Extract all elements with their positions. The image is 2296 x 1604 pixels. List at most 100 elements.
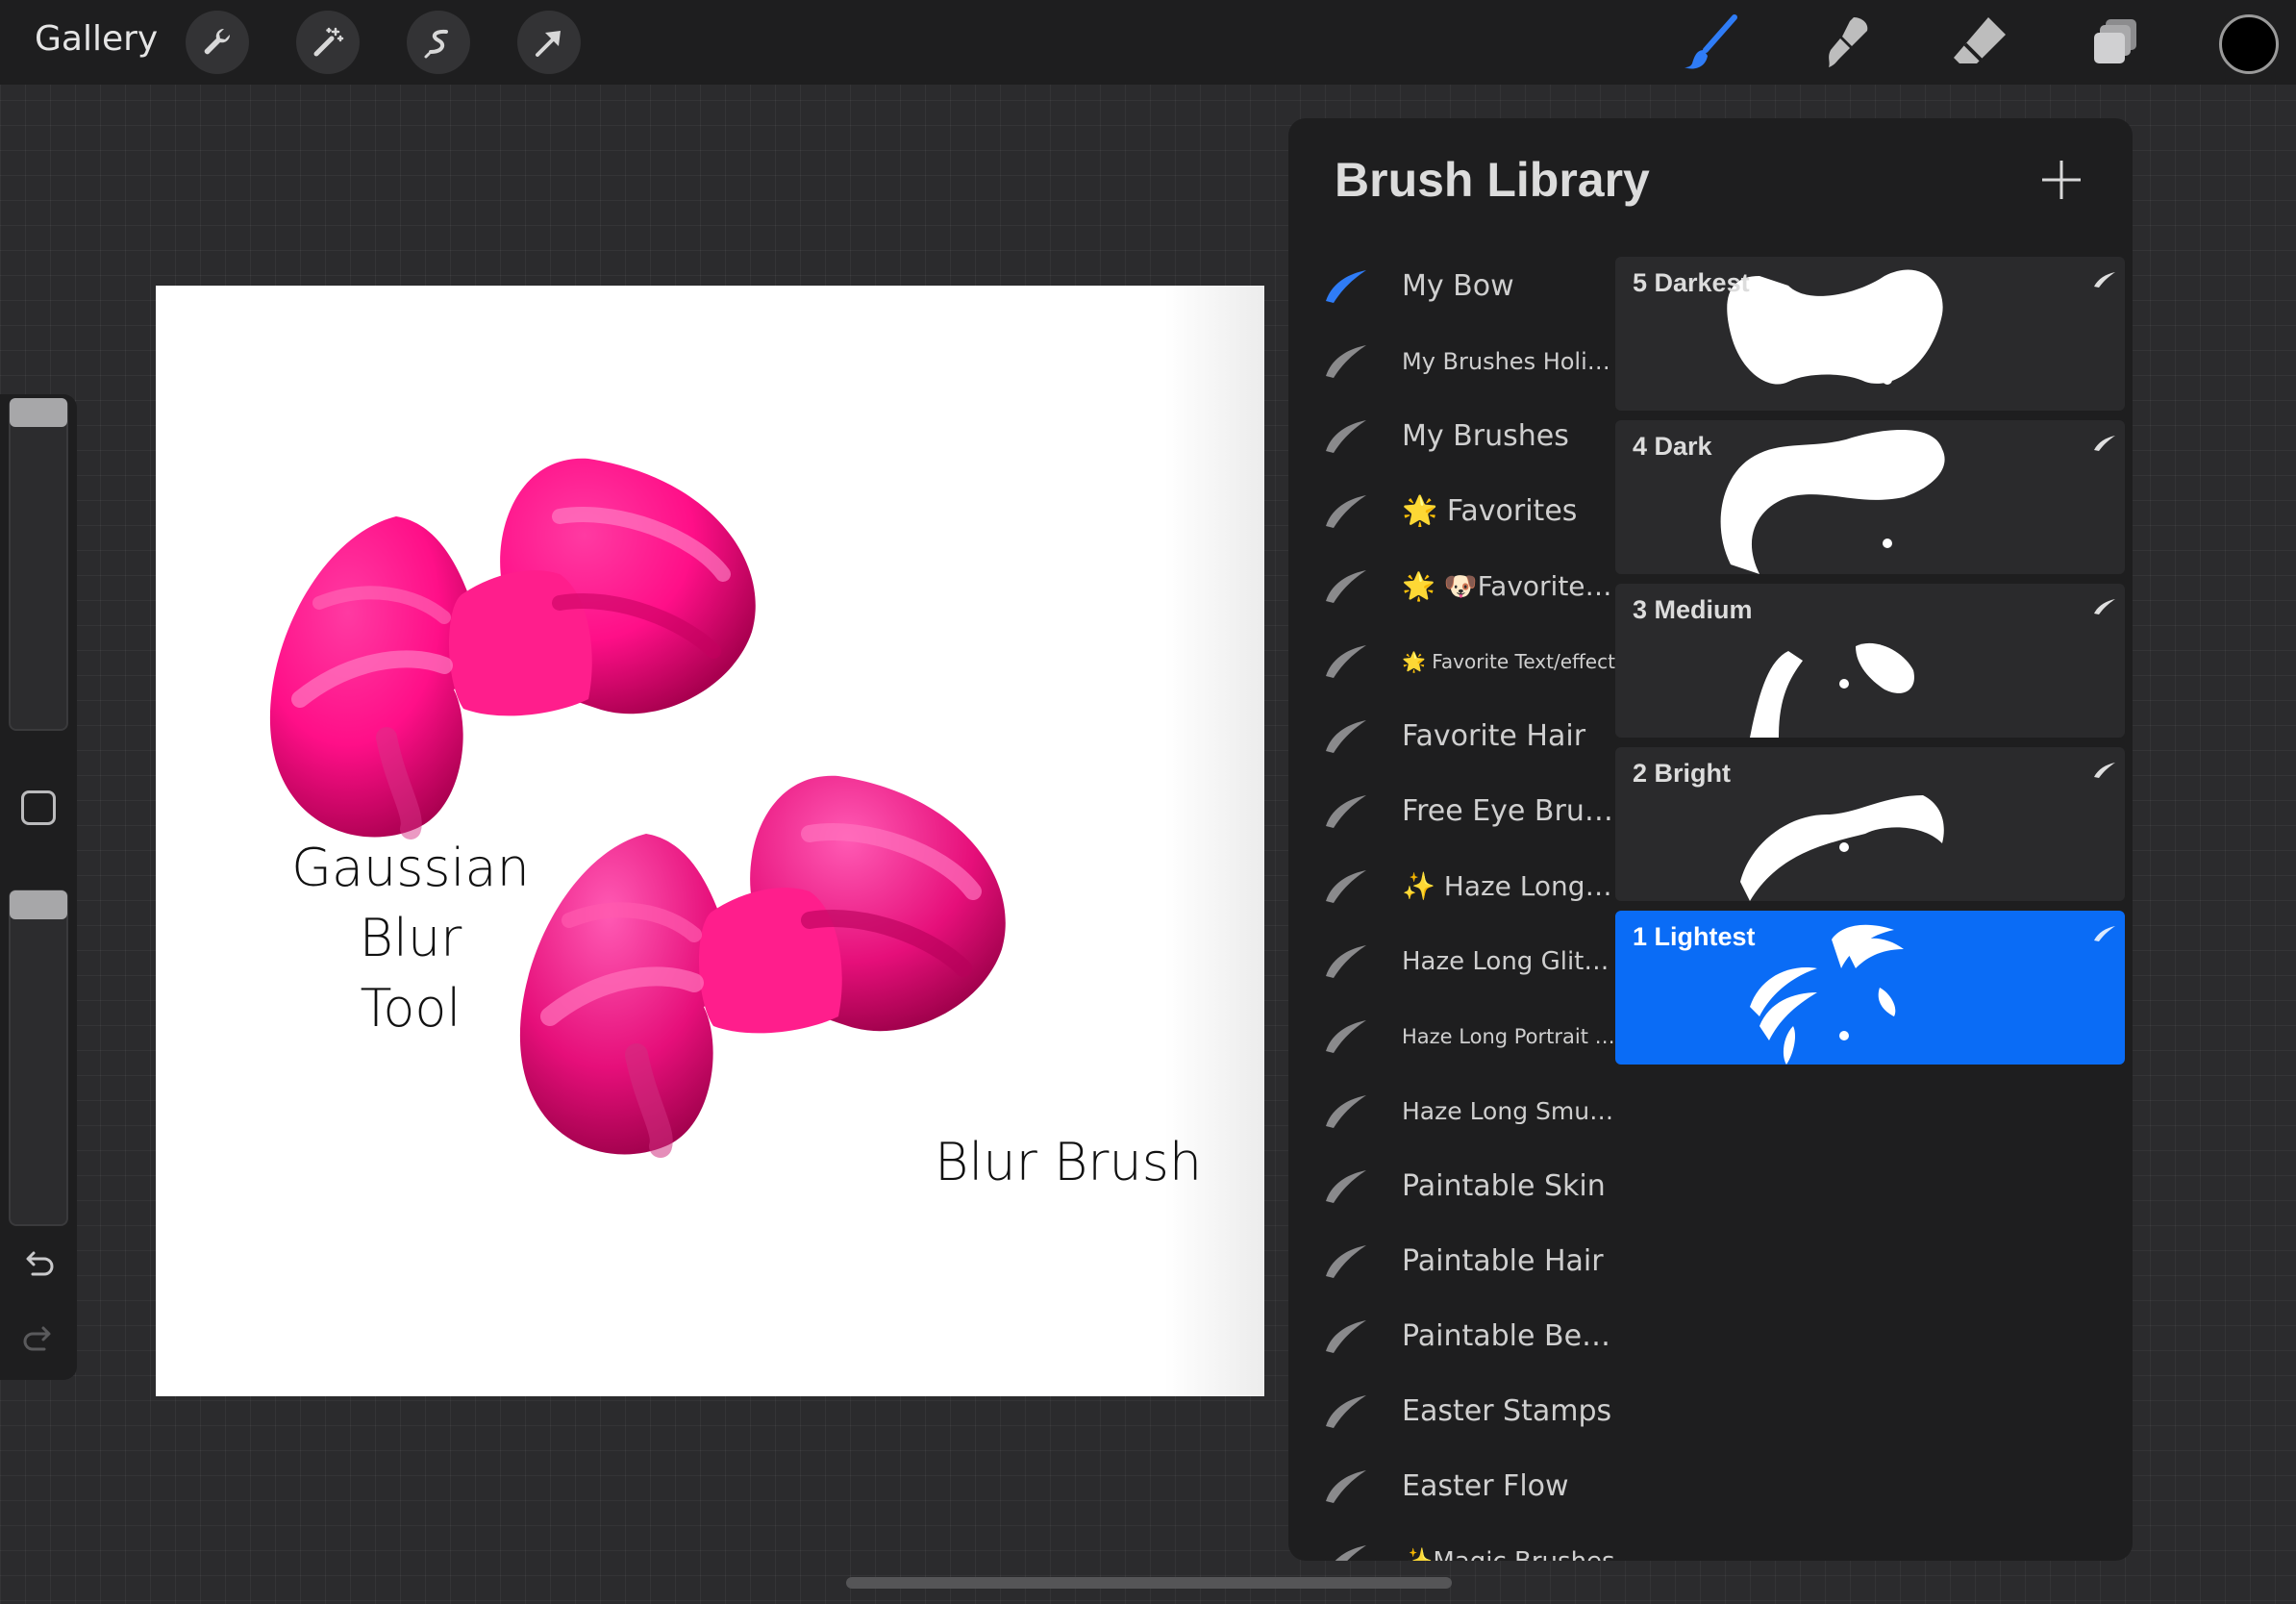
brush-set-item[interactable]: Favorite Hair: [1288, 703, 1615, 770]
drawing-canvas[interactable]: Gaussian Blur Tool Blur Brush: [156, 286, 1264, 1396]
brush-name: 4 Dark: [1633, 432, 1712, 461]
bow-gaussian: [269, 458, 756, 840]
opacity-slider[interactable]: [9, 890, 68, 1226]
redo-button[interactable]: [19, 1320, 58, 1363]
brush-set-label: 🌟 🐶Favorite Pet: [1402, 570, 1615, 602]
brush-set-stroke-icon: [1322, 865, 1370, 911]
brush-set-stroke-icon: [1322, 564, 1370, 611]
brush-set-stroke-icon: [1322, 1390, 1370, 1436]
brush-set-stroke-icon: [1322, 940, 1370, 986]
brush-library-panel: Brush Library My Bow My Brushes Holiday My…: [1288, 118, 2133, 1561]
selection-button[interactable]: [407, 11, 470, 74]
brush-set-stroke-icon: [1322, 489, 1370, 536]
caption-blur-brush: Blur Brush: [935, 1132, 1203, 1192]
brush-item[interactable]: 2 Bright: [1615, 747, 2125, 901]
layers-icon: [2094, 19, 2136, 63]
brush-set-label: Easter Stamps: [1402, 1394, 1612, 1428]
bow-blur-brush: [519, 775, 1006, 1158]
caption-line-1: Gaussian Blur: [291, 838, 530, 968]
opacity-thumb[interactable]: [10, 890, 67, 919]
brush-set-label: Haze Long Glitter 2: [1402, 947, 1615, 976]
brush-set-item[interactable]: My Brushes: [1288, 403, 1615, 470]
selection-icon: [424, 29, 448, 59]
brush-size-thumb[interactable]: [10, 398, 67, 427]
brush-set-label: Haze Long Portrait Brushes: [1402, 1025, 1615, 1048]
actions-button[interactable]: [186, 11, 249, 74]
brush-set-item[interactable]: Easter Flow: [1288, 1453, 1615, 1520]
brush-set-item[interactable]: 🌟 Favorites: [1288, 478, 1615, 545]
layers-button[interactable]: [2084, 12, 2146, 73]
brush-set-item[interactable]: 🌟 Favorite Text/effect: [1288, 628, 1615, 695]
brush-set-stroke-icon: [1322, 1240, 1370, 1286]
brush-set-label: Haze Long Smudge: [1402, 1097, 1615, 1125]
brush-item[interactable]: 3 Medium: [1615, 584, 2125, 738]
brush-indicator-icon: [2094, 599, 2115, 614]
brush-size-slider[interactable]: [9, 398, 68, 731]
add-brush-button[interactable]: [2038, 157, 2084, 203]
brush-tool-button[interactable]: [1681, 12, 1742, 73]
smudge-tool-button[interactable]: [1815, 12, 1877, 73]
brush-set-label: Favorite Hair: [1402, 719, 1586, 753]
brush-set-stroke-icon: [1322, 1015, 1370, 1061]
brush-name: 5 Darkest: [1633, 268, 1750, 297]
gallery-button[interactable]: Gallery: [35, 19, 158, 59]
brush-set-stroke-icon: [1322, 1540, 1370, 1561]
brush-set-item[interactable]: Haze Long Glitter 2: [1288, 928, 1615, 995]
undo-button[interactable]: [19, 1245, 58, 1288]
brush-set-stroke-icon: [1322, 264, 1370, 311]
brush-set-item[interactable]: My Brushes Holiday: [1288, 328, 1615, 395]
brush-indicator-icon: [2094, 926, 2115, 941]
panel-title: Brush Library: [1335, 153, 1650, 207]
brush-set-label: 🌟 Favorite Text/effect: [1402, 650, 1615, 673]
brush-set-stroke-icon: [1322, 1315, 1370, 1361]
brush-set-stroke-icon: [1322, 1165, 1370, 1211]
brush-set-item[interactable]: Easter Stamps: [1288, 1378, 1615, 1445]
brush-item[interactable]: 5 Darkest: [1615, 257, 2125, 411]
brush-set-stroke-icon: [1322, 714, 1370, 761]
brush-set-item[interactable]: Paintable Beard: [1288, 1303, 1615, 1370]
eraser-icon: [1954, 17, 2006, 63]
brush-set-item[interactable]: Haze Long Portrait Brushes: [1288, 1003, 1615, 1070]
brush-set-item[interactable]: Haze Long Smudge: [1288, 1078, 1615, 1145]
modify-button[interactable]: [21, 790, 56, 825]
brush-item[interactable]: 4 Dark: [1615, 420, 2125, 574]
redo-icon: [23, 1326, 51, 1351]
brush-set-stroke-icon: [1322, 1465, 1370, 1511]
brush-set-label: Free Eye Brushes: [1402, 794, 1615, 828]
brush-set-label: My Bow: [1402, 269, 1514, 303]
brush-set-label: My Brushes Holiday: [1402, 348, 1615, 375]
brush-indicator-icon: [2094, 763, 2115, 778]
brush-set-item[interactable]: Paintable Skin: [1288, 1153, 1615, 1220]
brush-set-stroke-icon: [1322, 639, 1370, 686]
brush-set-item[interactable]: ✨ Haze Long ✨: [1288, 853, 1615, 920]
brush-set-label: Paintable Hair: [1402, 1244, 1604, 1278]
brush-set-item[interactable]: My Bow: [1288, 253, 1615, 320]
color-well[interactable]: [2219, 14, 2279, 74]
brush-set-label: ✨Magic Brushes: [1402, 1528, 1615, 1561]
magic-wand-icon: [313, 27, 344, 57]
brush-name: 3 Medium: [1633, 595, 1753, 624]
brush-set-item[interactable]: ✨Magic Brushes: [1288, 1528, 1615, 1561]
brush-set-item[interactable]: Free Eye Brushes: [1288, 778, 1615, 845]
wrench-icon: [204, 28, 231, 55]
brush-icon: [1685, 14, 1737, 69]
brush-set-item[interactable]: 🌟 🐶Favorite Pet: [1288, 553, 1615, 620]
top-toolbar: Gallery: [0, 0, 2296, 85]
transform-button[interactable]: [517, 11, 581, 74]
brush-name: 2 Bright: [1633, 759, 1732, 788]
smudge-icon: [1829, 17, 1868, 67]
brush-set-label: Easter Flow: [1402, 1469, 1569, 1503]
brush-set-label: Paintable Skin: [1402, 1169, 1606, 1203]
eraser-tool-button[interactable]: [1950, 12, 2011, 73]
brush-indicator-icon: [2094, 436, 2115, 451]
left-sidebar: [0, 394, 77, 1380]
brush-indicator-icon: [2094, 272, 2115, 288]
undo-icon: [26, 1251, 54, 1276]
brush-item[interactable]: 1 Lightest: [1615, 911, 2125, 1065]
brush-set-label: ✨ Haze Long ✨: [1402, 870, 1615, 902]
brush-set-stroke-icon: [1322, 1090, 1370, 1136]
brush-set-item[interactable]: Paintable Hair: [1288, 1228, 1615, 1295]
adjustments-button[interactable]: [296, 11, 360, 74]
brush-set-label: 🌟 Favorites: [1402, 494, 1578, 528]
transform-arrow-icon: [536, 31, 561, 57]
